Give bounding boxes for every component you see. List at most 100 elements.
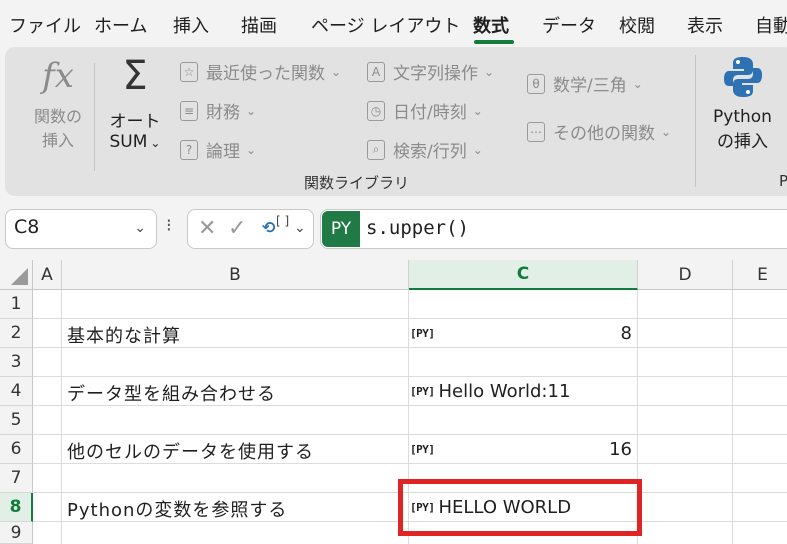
chevron-down-icon: ⌄ xyxy=(472,142,483,157)
sigma-icon: Σ xyxy=(122,53,148,99)
row-header-8[interactable]: 8 xyxy=(0,493,33,522)
more-functions-label: その他の関数 xyxy=(553,124,655,144)
cell-b4[interactable]: データ型を組み合わせる xyxy=(67,380,276,406)
autosum-button[interactable]: Σ オート SUM ⌄ xyxy=(103,53,167,152)
cell-c4-value: Hello World:11 xyxy=(438,381,571,402)
menu-bar: ファイル ホーム 挿入 描画 ページ レイアウト 数式 データ 校閲 表示 自動 xyxy=(0,0,787,46)
recent-functions-button[interactable]: ☆ 最近使った関数 ⌄ xyxy=(180,59,341,84)
group-label-function-library: 関数ライブラリ xyxy=(304,174,410,192)
insert-function-label1: 関数の xyxy=(33,107,82,126)
math-trig-button[interactable]: θ 数学/三角 ⌄ xyxy=(527,71,643,96)
cell-b8[interactable]: Pythonの変数を参照する xyxy=(67,496,287,522)
row-header-2[interactable]: 2 xyxy=(0,319,33,348)
chevron-down-icon: ⌄ xyxy=(246,142,257,157)
column-header-a[interactable]: A xyxy=(33,260,62,290)
logical-button[interactable]: ? 論理 ⌄ xyxy=(180,137,256,162)
gridline xyxy=(61,290,62,544)
star-icon: ☆ xyxy=(180,61,198,82)
select-all-corner[interactable] xyxy=(0,260,33,290)
chevron-down-icon: ⌄ xyxy=(331,64,342,79)
enter-check-icon[interactable]: ✓ xyxy=(228,216,246,241)
tab-insert[interactable]: 挿入 xyxy=(173,12,209,38)
row-header-4[interactable]: 4 xyxy=(0,377,33,406)
cell-c2[interactable]: [PY] 8 xyxy=(410,319,636,348)
row-header-1[interactable]: 1 xyxy=(0,290,33,319)
clock-icon: ◷ xyxy=(367,100,385,121)
chevron-down-icon: ⌄ xyxy=(150,136,161,150)
red-highlight-box xyxy=(398,479,642,536)
math-trig-label: 数学/三角 xyxy=(553,76,627,96)
tab-home[interactable]: ホーム xyxy=(94,12,147,38)
column-header-e[interactable]: E xyxy=(733,260,787,290)
cell-c6-value: 16 xyxy=(609,439,632,460)
lookup-button[interactable]: ⌕ 検索/行列 ⌄ xyxy=(367,137,483,162)
column-header-b[interactable]: B xyxy=(62,260,409,290)
cancel-icon[interactable]: ✕ xyxy=(198,216,216,241)
tab-draw[interactable]: 描画 xyxy=(241,12,277,38)
chevron-down-icon[interactable]: ⌄ xyxy=(134,220,146,236)
chevron-down-icon[interactable]: ⌄ xyxy=(294,220,306,236)
more-options-icon[interactable]: ⁝ xyxy=(166,215,172,236)
ribbon-divider xyxy=(94,63,95,171)
python-cell-icon: [PY] xyxy=(410,327,435,340)
autosum-label2: SUM xyxy=(109,132,148,152)
column-header-c[interactable]: C xyxy=(409,260,638,290)
tab-formulas[interactable]: 数式 xyxy=(473,12,509,38)
insert-python-label1: Python xyxy=(713,107,772,127)
python-output-icon[interactable]: ⟲ xyxy=(262,218,275,237)
logical-label: 論理 xyxy=(206,142,240,162)
text-functions-label: 文字列操作 xyxy=(393,64,478,84)
tab-file[interactable]: ファイル xyxy=(9,12,81,38)
text-functions-button[interactable]: A 文字列操作 ⌄ xyxy=(367,59,494,84)
insert-function-label2: 挿入 xyxy=(41,131,74,150)
question-icon: ? xyxy=(180,139,198,160)
group-label-python: P xyxy=(779,172,787,190)
more-functions-button[interactable]: ⋯ その他の関数 ⌄ xyxy=(527,119,671,144)
cell-c4[interactable]: [PY] Hello World:11 xyxy=(410,377,636,406)
python-cell-icon: [PY] xyxy=(410,443,435,456)
datetime-button[interactable]: ◷ 日付/時刻 ⌄ xyxy=(367,98,483,123)
ribbon: fx 関数の 挿入 Σ オート SUM ⌄ ☆ 最近使った関数 ⌄ ≡ 財務 ⌄ ? 論理 ⌄… xyxy=(5,47,787,196)
cell-c6[interactable]: [PY] 16 xyxy=(410,435,636,464)
financial-button[interactable]: ≡ 財務 ⌄ xyxy=(180,98,256,123)
row-header-9[interactable]: 9 xyxy=(0,522,33,544)
select-all-triangle-icon xyxy=(11,268,28,285)
cell-b2[interactable]: 基本的な計算 xyxy=(67,322,181,348)
tab-view[interactable]: 表示 xyxy=(687,12,723,38)
cell-b6[interactable]: 他のセルのデータを使用する xyxy=(67,438,314,464)
text-icon: A xyxy=(367,61,385,82)
python-mode-badge[interactable]: PY xyxy=(322,211,360,247)
tab-review[interactable]: 校閲 xyxy=(619,12,655,38)
insert-python-button[interactable]: Python の挿入 xyxy=(705,55,780,152)
datetime-label: 日付/時刻 xyxy=(393,103,467,123)
chevron-down-icon: ⌄ xyxy=(472,103,483,118)
theta-icon: θ xyxy=(527,73,545,94)
formula-text: s.upper() xyxy=(366,217,469,239)
row-header-7[interactable]: 7 xyxy=(0,464,33,493)
row-header-3[interactable]: 3 xyxy=(0,348,33,377)
python-logo-icon xyxy=(723,57,762,97)
name-box-value: C8 xyxy=(14,216,40,238)
chevron-down-icon: ⌄ xyxy=(484,64,495,79)
fx-icon: fx xyxy=(42,56,74,96)
column-header-d[interactable]: D xyxy=(638,260,733,290)
chevron-down-icon: ⌄ xyxy=(661,124,672,139)
ribbon-divider xyxy=(695,55,696,187)
dots-icon: ⋯ xyxy=(527,121,545,142)
chevron-down-icon: ⌄ xyxy=(246,103,257,118)
formula-tools: ✕ ✓ ⟲ [ ] ⌄ xyxy=(187,209,314,249)
row-header-5[interactable]: 5 xyxy=(0,406,33,435)
python-cell-icon: [PY] xyxy=(410,385,435,398)
active-tab-indicator xyxy=(474,40,514,44)
tab-page-layout[interactable]: ページ レイアウト xyxy=(311,12,460,38)
lookup-label: 検索/行列 xyxy=(393,142,467,162)
name-box[interactable]: C8 ⌄ xyxy=(5,209,157,249)
tab-data[interactable]: データ xyxy=(542,12,596,38)
row-header-6[interactable]: 6 xyxy=(0,435,33,464)
brackets-icon: [ ] xyxy=(276,214,290,228)
tab-automate[interactable]: 自動 xyxy=(755,12,787,38)
insert-python-label2: の挿入 xyxy=(717,132,768,152)
insert-function-button[interactable]: fx 関数の 挿入 xyxy=(28,55,88,151)
recent-functions-label: 最近使った関数 xyxy=(206,64,325,84)
chevron-down-icon: ⌄ xyxy=(632,76,643,91)
